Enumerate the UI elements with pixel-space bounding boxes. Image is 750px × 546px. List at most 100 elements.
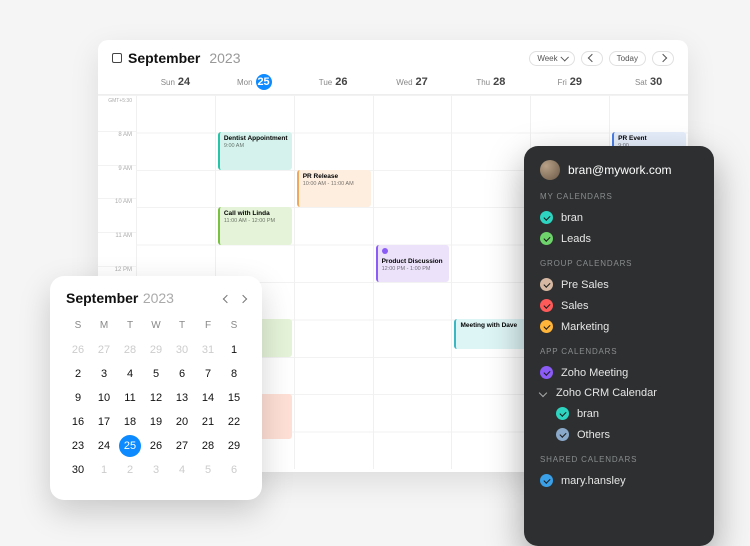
calendar-item[interactable]: Marketing [540,316,698,337]
weekday-label: S [222,316,246,337]
day-header[interactable]: Mon25 [215,74,294,90]
check-icon[interactable] [540,211,553,224]
mini-day[interactable]: 5 [196,459,220,481]
mini-day[interactable]: 14 [196,387,220,409]
day-column[interactable]: Product Discussion12:00 PM - 1:00 PM [373,95,452,469]
mini-grid: SMTWTFS262728293031123456789101112131415… [66,316,246,481]
mini-day[interactable]: 5 [144,363,168,385]
calendar-item[interactable]: Zoho Meeting [540,362,698,383]
hour-label: 11 AM [98,232,136,266]
mini-day[interactable]: 1 [222,339,246,361]
mini-day[interactable]: 25 [119,435,141,457]
mini-day[interactable]: 28 [196,435,220,457]
mini-day[interactable]: 29 [144,339,168,361]
mini-day[interactable]: 26 [66,339,90,361]
day-column[interactable]: Meeting with Dave [451,95,530,469]
mini-day[interactable]: 19 [144,411,168,433]
calendar-month: September [128,50,200,66]
section-my-calendars: MY CALENDARS [540,192,698,201]
chevron-down-icon [539,389,547,397]
mini-day[interactable]: 4 [118,363,142,385]
calendar-item[interactable]: bran [540,403,698,424]
check-icon[interactable] [556,407,569,420]
mini-day[interactable]: 12 [144,387,168,409]
mini-day[interactable]: 26 [144,435,168,457]
calendar-item[interactable]: Leads [540,228,698,249]
mini-day[interactable]: 7 [196,363,220,385]
mini-day[interactable]: 2 [66,363,90,385]
mini-day[interactable]: 4 [170,459,194,481]
mini-day[interactable]: 8 [222,363,246,385]
day-header[interactable]: Wed27 [373,74,452,90]
mini-day[interactable]: 21 [196,411,220,433]
view-label: Week [537,54,557,63]
mini-day[interactable]: 30 [170,339,194,361]
mini-day[interactable]: 23 [66,435,90,457]
user-row[interactable]: bran@mywork.com [540,160,698,180]
calendar-item[interactable]: Pre Sales [540,274,698,295]
mini-day[interactable]: 15 [222,387,246,409]
mini-calendar: September 2023 SMTWTFS262728293031123456… [50,276,262,500]
mini-day[interactable]: 27 [92,339,116,361]
mini-day[interactable]: 20 [170,411,194,433]
mini-day[interactable]: 29 [222,435,246,457]
calendar-event[interactable]: Call with Linda11:00 AM - 12:00 PM [218,207,292,244]
mini-day[interactable]: 16 [66,411,90,433]
weekday-label: M [92,316,116,337]
day-column[interactable]: PR Release10:00 AM - 11:00 AM [294,95,373,469]
calendar-item[interactable]: Others [540,424,698,445]
mini-day[interactable]: 22 [222,411,246,433]
mini-day[interactable]: 31 [196,339,220,361]
check-icon[interactable] [556,428,569,441]
calendar-item[interactable]: Zoho CRM Calendar [540,383,698,403]
check-icon[interactable] [540,299,553,312]
mini-day[interactable]: 17 [92,411,116,433]
calendar-event[interactable]: PR Release10:00 AM - 11:00 AM [297,170,371,207]
section-group-calendars: GROUP CALENDARS [540,259,698,268]
user-email: bran@mywork.com [568,163,672,177]
mini-day[interactable]: 27 [170,435,194,457]
weekday-label: T [118,316,142,337]
check-icon[interactable] [540,232,553,245]
hour-label: 8 AM [98,131,136,165]
mini-day[interactable]: 6 [170,363,194,385]
calendar-item[interactable]: mary.hansley [540,470,698,491]
mini-day[interactable]: 3 [92,363,116,385]
mini-day[interactable]: 10 [92,387,116,409]
hour-label: 9 AM [98,165,136,199]
calendar-header: September 2023 Week Today [98,40,688,72]
mini-day[interactable]: 18 [118,411,142,433]
check-icon[interactable] [540,474,553,487]
check-icon[interactable] [540,366,553,379]
hour-label: 10 AM [98,198,136,232]
mini-day[interactable]: 9 [66,387,90,409]
today-button[interactable]: Today [609,51,646,66]
prev-button[interactable] [581,51,603,66]
calendar-event[interactable]: Meeting with Dave [454,319,528,349]
check-icon[interactable] [540,278,553,291]
day-header[interactable]: Thu28 [451,74,530,90]
view-select[interactable]: Week [529,51,574,66]
next-button[interactable] [652,51,674,66]
day-header[interactable]: Sun24 [136,74,215,90]
mini-day[interactable]: 2 [118,459,142,481]
mini-day[interactable]: 28 [118,339,142,361]
mini-day[interactable]: 1 [92,459,116,481]
check-icon[interactable] [540,320,553,333]
mini-prev-button[interactable] [223,295,231,303]
calendar-item[interactable]: bran [540,207,698,228]
mini-next-button[interactable] [239,295,247,303]
calendar-event[interactable]: Dentist Appointment9:00 AM [218,132,292,169]
day-header[interactable]: Sat30 [609,74,688,90]
mini-day[interactable]: 3 [144,459,168,481]
day-header[interactable]: Fri29 [530,74,609,90]
calendar-item[interactable]: Sales [540,295,698,316]
day-header[interactable]: Tue26 [294,74,373,90]
mini-day[interactable]: 11 [118,387,142,409]
calendar-event[interactable]: Product Discussion12:00 PM - 1:00 PM [376,245,450,282]
mini-day[interactable]: 24 [92,435,116,457]
mini-day[interactable]: 13 [170,387,194,409]
weekday-label: F [196,316,220,337]
mini-day[interactable]: 6 [222,459,246,481]
mini-day[interactable]: 30 [66,459,90,481]
